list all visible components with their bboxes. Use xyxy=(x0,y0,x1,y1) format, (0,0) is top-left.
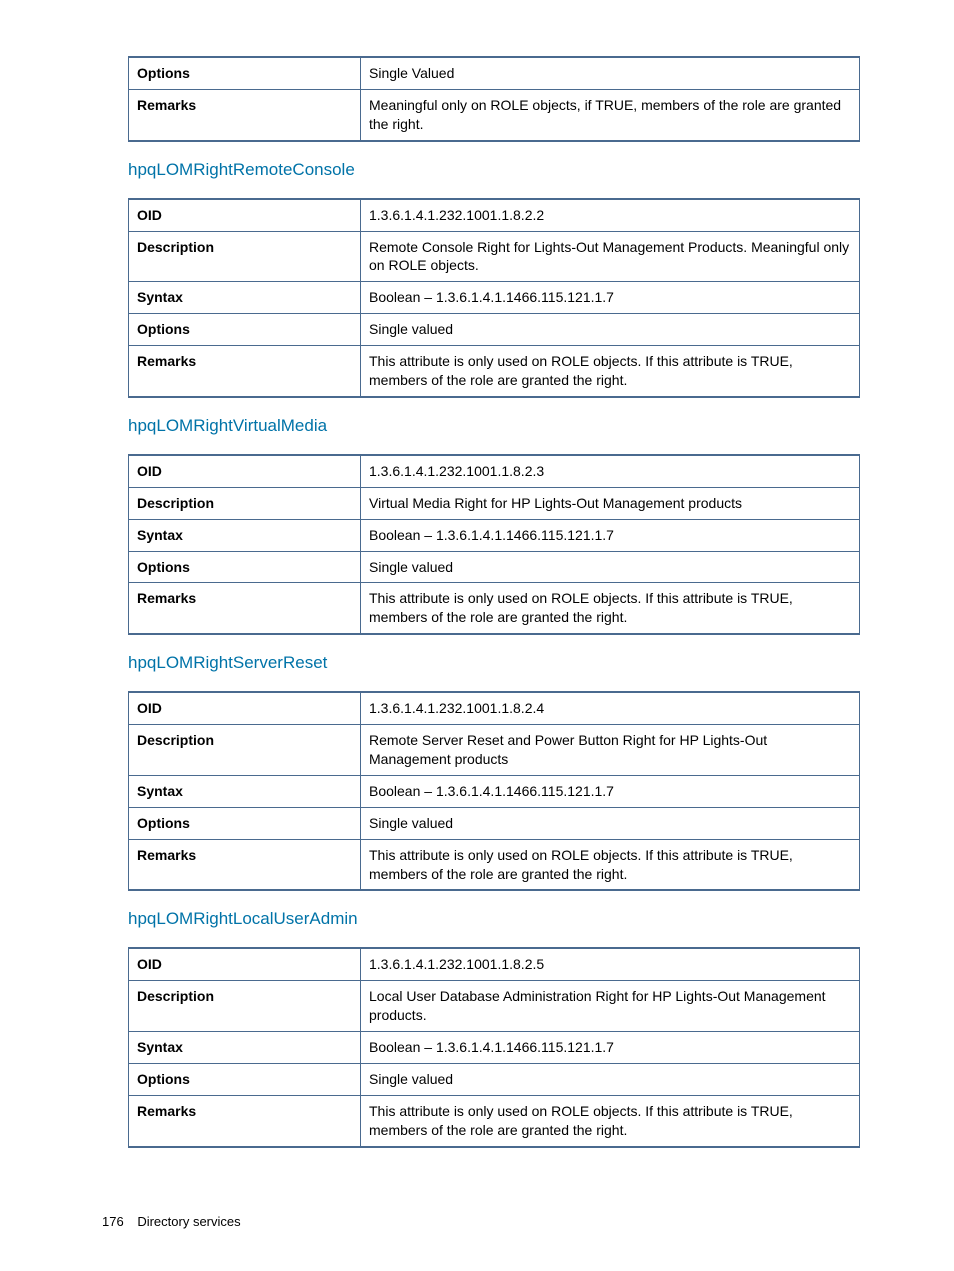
row-value-remarks: This attribute is only used on ROLE obje… xyxy=(361,583,860,634)
table-row: Options Single valued xyxy=(129,1064,860,1096)
row-label-remarks: Remarks xyxy=(129,346,361,397)
row-label-description: Description xyxy=(129,981,361,1032)
footer-section-title: Directory services xyxy=(137,1214,240,1229)
table-row: OID 1.3.6.1.4.1.232.1001.1.8.2.4 xyxy=(129,692,860,724)
section-heading: hpqLOMRightVirtualMedia xyxy=(128,416,860,436)
row-label-remarks: Remarks xyxy=(129,839,361,890)
section-heading: hpqLOMRightServerReset xyxy=(128,653,860,673)
row-label-syntax: Syntax xyxy=(129,282,361,314)
table-row: Syntax Boolean – 1.3.6.1.4.1.1466.115.12… xyxy=(129,519,860,551)
table-row: OID 1.3.6.1.4.1.232.1001.1.8.2.2 xyxy=(129,199,860,231)
table-row: Options Single valued xyxy=(129,314,860,346)
table-row: Options Single Valued xyxy=(129,57,860,89)
attribute-table: OID 1.3.6.1.4.1.232.1001.1.8.2.4 Descrip… xyxy=(128,691,860,891)
row-label-description: Description xyxy=(129,725,361,776)
row-value-remarks: Meaningful only on ROLE objects, if TRUE… xyxy=(361,89,860,140)
row-value-options: Single valued xyxy=(361,314,860,346)
row-label-remarks: Remarks xyxy=(129,1095,361,1146)
row-label-oid: OID xyxy=(129,948,361,980)
row-label-oid: OID xyxy=(129,199,361,231)
row-label-options: Options xyxy=(129,551,361,583)
attribute-table: OID 1.3.6.1.4.1.232.1001.1.8.2.5 Descrip… xyxy=(128,947,860,1147)
row-value-syntax: Boolean – 1.3.6.1.4.1.1466.115.121.1.7 xyxy=(361,775,860,807)
row-value-remarks: This attribute is only used on ROLE obje… xyxy=(361,346,860,397)
table-row: Remarks This attribute is only used on R… xyxy=(129,583,860,634)
table-row: Syntax Boolean – 1.3.6.1.4.1.1466.115.12… xyxy=(129,775,860,807)
row-label-options: Options xyxy=(129,314,361,346)
table-row: Description Remote Console Right for Lig… xyxy=(129,231,860,282)
table-row: Remarks This attribute is only used on R… xyxy=(129,346,860,397)
row-label-options: Options xyxy=(129,807,361,839)
row-label-remarks: Remarks xyxy=(129,89,361,140)
row-value-oid: 1.3.6.1.4.1.232.1001.1.8.2.3 xyxy=(361,455,860,487)
row-value-syntax: Boolean – 1.3.6.1.4.1.1466.115.121.1.7 xyxy=(361,282,860,314)
row-label-description: Description xyxy=(129,487,361,519)
row-label-syntax: Syntax xyxy=(129,1032,361,1064)
page-footer: 176 Directory services xyxy=(102,1214,241,1229)
table-row: Options Single valued xyxy=(129,807,860,839)
attribute-table: OID 1.3.6.1.4.1.232.1001.1.8.2.3 Descrip… xyxy=(128,454,860,635)
row-value-syntax: Boolean – 1.3.6.1.4.1.1466.115.121.1.7 xyxy=(361,1032,860,1064)
row-value-oid: 1.3.6.1.4.1.232.1001.1.8.2.4 xyxy=(361,692,860,724)
row-label-syntax: Syntax xyxy=(129,519,361,551)
row-label-oid: OID xyxy=(129,455,361,487)
section-heading: hpqLOMRightRemoteConsole xyxy=(128,160,860,180)
row-value-description: Remote Console Right for Lights-Out Mana… xyxy=(361,231,860,282)
page-content: Options Single Valued Remarks Meaningful… xyxy=(0,0,954,1148)
row-value-syntax: Boolean – 1.3.6.1.4.1.1466.115.121.1.7 xyxy=(361,519,860,551)
table-row: Syntax Boolean – 1.3.6.1.4.1.1466.115.12… xyxy=(129,1032,860,1064)
table-row: Options Single valued xyxy=(129,551,860,583)
table-row: Description Virtual Media Right for HP L… xyxy=(129,487,860,519)
row-label-description: Description xyxy=(129,231,361,282)
table-row: Remarks Meaningful only on ROLE objects,… xyxy=(129,89,860,140)
table-row: Remarks This attribute is only used on R… xyxy=(129,839,860,890)
row-value-options: Single valued xyxy=(361,807,860,839)
row-label-oid: OID xyxy=(129,692,361,724)
table-row: Description Remote Server Reset and Powe… xyxy=(129,725,860,776)
row-value-options: Single valued xyxy=(361,1064,860,1096)
attribute-table: OID 1.3.6.1.4.1.232.1001.1.8.2.2 Descrip… xyxy=(128,198,860,398)
table-row: OID 1.3.6.1.4.1.232.1001.1.8.2.5 xyxy=(129,948,860,980)
page-number: 176 xyxy=(102,1214,124,1229)
table-row: Description Local User Database Administ… xyxy=(129,981,860,1032)
row-label-options: Options xyxy=(129,1064,361,1096)
row-label-remarks: Remarks xyxy=(129,583,361,634)
row-label-options: Options xyxy=(129,57,361,89)
row-value-description: Local User Database Administration Right… xyxy=(361,981,860,1032)
row-value-remarks: This attribute is only used on ROLE obje… xyxy=(361,839,860,890)
row-value-description: Remote Server Reset and Power Button Rig… xyxy=(361,725,860,776)
section-heading: hpqLOMRightLocalUserAdmin xyxy=(128,909,860,929)
row-value-remarks: This attribute is only used on ROLE obje… xyxy=(361,1095,860,1146)
attribute-table-partial: Options Single Valued Remarks Meaningful… xyxy=(128,56,860,142)
table-row: Syntax Boolean – 1.3.6.1.4.1.1466.115.12… xyxy=(129,282,860,314)
row-value-description: Virtual Media Right for HP Lights-Out Ma… xyxy=(361,487,860,519)
row-value-oid: 1.3.6.1.4.1.232.1001.1.8.2.2 xyxy=(361,199,860,231)
row-value-oid: 1.3.6.1.4.1.232.1001.1.8.2.5 xyxy=(361,948,860,980)
row-label-syntax: Syntax xyxy=(129,775,361,807)
table-row: OID 1.3.6.1.4.1.232.1001.1.8.2.3 xyxy=(129,455,860,487)
table-row: Remarks This attribute is only used on R… xyxy=(129,1095,860,1146)
row-value-options: Single Valued xyxy=(361,57,860,89)
row-value-options: Single valued xyxy=(361,551,860,583)
